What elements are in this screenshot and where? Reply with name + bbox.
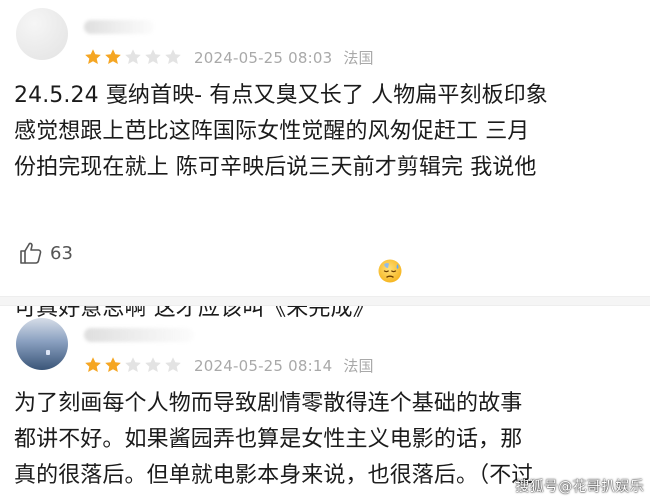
like-count: 63	[50, 242, 73, 264]
review-card: 2024-05-25 08:03 法国 24.5.24 戛纳首映- 有点又臭又长…	[0, 0, 650, 321]
review-text: 24.5.24 戛纳首映- 有点又臭又长了 人物扁平刻板印象 感觉想跟上芭比这阵…	[14, 78, 634, 327]
rating-row: 2024-05-25 08:14 法国	[84, 354, 374, 376]
sweat-face-emoji-icon	[377, 186, 403, 283]
review-meta: 2024-05-25 08:03 法国	[194, 47, 374, 68]
star-rating	[84, 48, 182, 66]
star-filled-icon	[104, 48, 122, 66]
avatar-figure	[46, 350, 50, 355]
watermark: 搜狐号@花哥扒娱乐	[515, 479, 644, 495]
star-empty-icon	[144, 356, 162, 374]
user-avatar[interactable]	[16, 318, 68, 370]
star-filled-icon	[104, 356, 122, 374]
review-divider	[0, 296, 650, 306]
blurred-username	[84, 20, 154, 34]
star-empty-icon	[124, 48, 142, 66]
star-empty-icon	[164, 356, 182, 374]
star-empty-icon	[144, 48, 162, 66]
review-text-content: 为了刻画每个人物而导致剧情零散得连个基础的故事 都讲不好。如果酱园弄也算是女性主…	[14, 391, 534, 488]
review-card: 2024-05-25 08:14 法国 为了刻画每个人物而导致剧情零散得连个基础…	[0, 306, 650, 500]
review-feed: 2024-05-25 08:03 法国 24.5.24 戛纳首映- 有点又臭又长…	[0, 0, 650, 500]
rating-row: 2024-05-25 08:03 法国	[84, 46, 374, 68]
review-meta: 2024-05-25 08:14 法国	[194, 355, 374, 376]
star-rating	[84, 356, 182, 374]
review-location: 法国	[343, 48, 374, 67]
user-avatar[interactable]	[16, 8, 68, 60]
review-location: 法国	[343, 356, 374, 375]
review-text-content: 24.5.24 戛纳首映- 有点又臭又长了 人物扁平刻板印象 感觉想跟上芭比这阵…	[14, 83, 548, 321]
blurred-username	[84, 328, 194, 342]
thumbs-up-icon[interactable]	[18, 240, 44, 266]
star-filled-icon	[84, 48, 102, 66]
review-datetime: 2024-05-25 08:14	[194, 356, 333, 375]
review-datetime: 2024-05-25 08:03	[194, 48, 333, 67]
like-control[interactable]: 63	[18, 240, 73, 266]
star-filled-icon	[84, 356, 102, 374]
star-empty-icon	[164, 48, 182, 66]
star-empty-icon	[124, 356, 142, 374]
